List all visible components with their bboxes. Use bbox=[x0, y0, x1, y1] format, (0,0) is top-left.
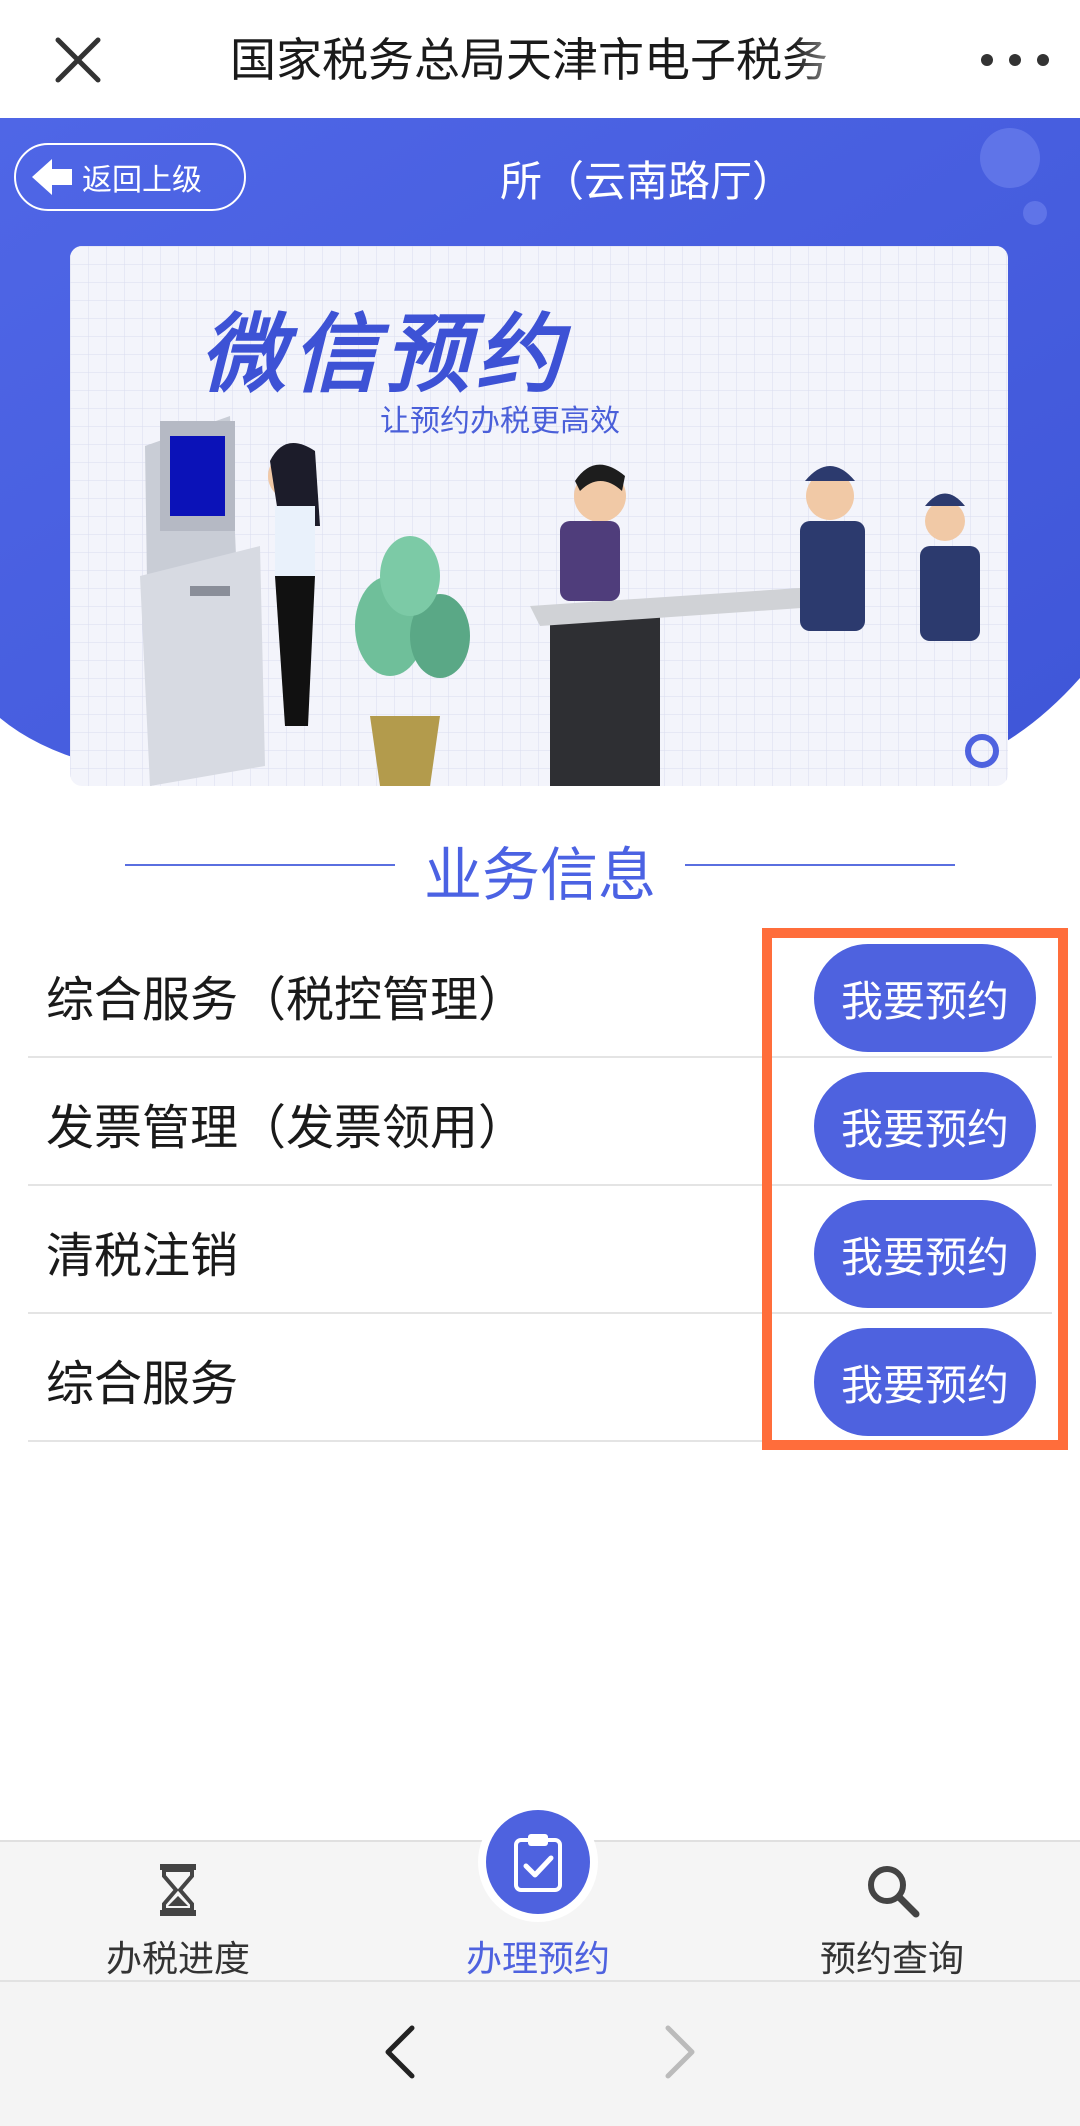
back-button[interactable]: 返回上级 bbox=[14, 143, 246, 211]
more-icon[interactable] bbox=[975, 42, 1055, 78]
tab-label: 办税进度 bbox=[105, 1939, 250, 1980]
tab-query[interactable]: 预约查询 bbox=[742, 1842, 1042, 1982]
service-name: 清税注销 bbox=[46, 1228, 239, 1284]
page-title: 所（云南路厅） bbox=[500, 157, 795, 206]
close-icon[interactable] bbox=[48, 30, 108, 90]
search-icon bbox=[868, 1866, 920, 1918]
arrow-left-icon bbox=[32, 159, 72, 195]
tab-booking-circle bbox=[478, 1802, 598, 1922]
service-name: 发票管理（发票领用） bbox=[46, 1100, 527, 1156]
tab-bar: 办税进度 办理预约 预约查询 bbox=[0, 1802, 1080, 1982]
hourglass-icon bbox=[160, 1864, 196, 1916]
hero-header: 返回上级 所（云南路厅） 微信预约 让预约办税更高效 bbox=[0, 118, 1080, 808]
banner-title: 微信预约 bbox=[200, 305, 568, 405]
service-name: 综合服务 bbox=[46, 1356, 239, 1412]
tab-progress[interactable]: 办税进度 bbox=[28, 1842, 328, 1982]
window-title: 国家税务总局天津市电子税务 bbox=[230, 33, 828, 87]
banner-subtitle: 让预约办税更高效 bbox=[380, 404, 620, 439]
highlight-box bbox=[762, 928, 1068, 1450]
chevron-left-icon[interactable] bbox=[380, 2022, 420, 2082]
clipboard-check-icon bbox=[514, 1834, 562, 1892]
promo-banner: 微信预约 让预约办税更高效 bbox=[70, 246, 1008, 786]
back-label: 返回上级 bbox=[82, 163, 202, 198]
section-title: 业务信息 bbox=[423, 841, 656, 909]
top-bar: 国家税务总局天津市电子税务 bbox=[0, 0, 1080, 118]
service-name: 综合服务（税控管理） bbox=[46, 972, 527, 1028]
chevron-right-icon[interactable] bbox=[660, 2022, 700, 2082]
browser-nav-bar bbox=[0, 1980, 1080, 2126]
tab-booking[interactable]: 办理预约 bbox=[388, 1802, 688, 1982]
tab-label: 预约查询 bbox=[819, 1939, 964, 1980]
section-header: 业务信息 bbox=[0, 820, 1080, 910]
tab-label: 办理预约 bbox=[465, 1939, 610, 1980]
